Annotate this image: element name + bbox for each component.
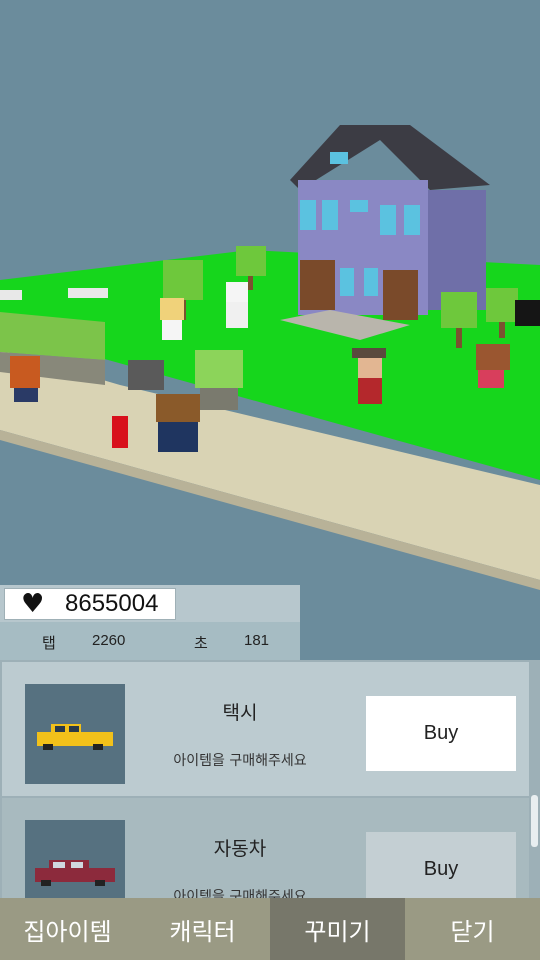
bottom-tab-bar: 집아이템 캐릭터 꾸미기 닫기 <box>0 898 540 960</box>
tab-characters[interactable]: 캐릭터 <box>135 898 270 960</box>
item-name: 택시 <box>222 702 258 724</box>
hearts-value: 8655004 <box>65 590 159 617</box>
character <box>160 298 184 340</box>
character <box>10 356 40 402</box>
tab-decorate[interactable]: 꾸미기 <box>270 898 405 960</box>
item-description: 아이템을 구매해주세요 <box>173 753 307 769</box>
tab-house-items[interactable]: 집아이템 <box>0 898 135 960</box>
stats-row: 탭 2260 초 181 <box>0 622 300 660</box>
character <box>226 282 248 328</box>
bench <box>68 288 108 298</box>
shop-list[interactable]: 택시 아이템을 구매해주세요 Buy 자동차 아이템을 구매해주세요 Buy <box>0 660 540 898</box>
item-name: 자동차 <box>213 838 267 860</box>
bush <box>195 350 243 388</box>
tap-label: 탭 <box>42 635 56 652</box>
turkey <box>128 360 164 390</box>
tap-value: 2260 <box>92 632 126 649</box>
fire-hydrant <box>112 416 128 448</box>
item-description: 아이템을 구매해주세요 <box>173 889 307 898</box>
tab-close[interactable]: 닫기 <box>405 898 540 960</box>
scrollbar[interactable] <box>531 795 538 847</box>
shop-item-car: 자동차 아이템을 구매해주세요 Buy <box>2 798 529 898</box>
character <box>156 394 200 452</box>
car-icon <box>25 820 125 898</box>
sec-label: 초 <box>194 635 208 652</box>
hearts-counter: ♥ 8655004 <box>4 588 176 620</box>
piano <box>515 300 540 326</box>
taxi-icon <box>25 684 125 784</box>
sec-value: 181 <box>244 632 270 649</box>
shop-item-taxi: 택시 아이템을 구매해주세요 Buy <box>2 662 529 796</box>
buy-button-taxi[interactable]: Buy <box>366 696 516 771</box>
heart-icon: ♥ <box>21 589 45 619</box>
buy-button-car[interactable]: Buy <box>366 832 516 898</box>
